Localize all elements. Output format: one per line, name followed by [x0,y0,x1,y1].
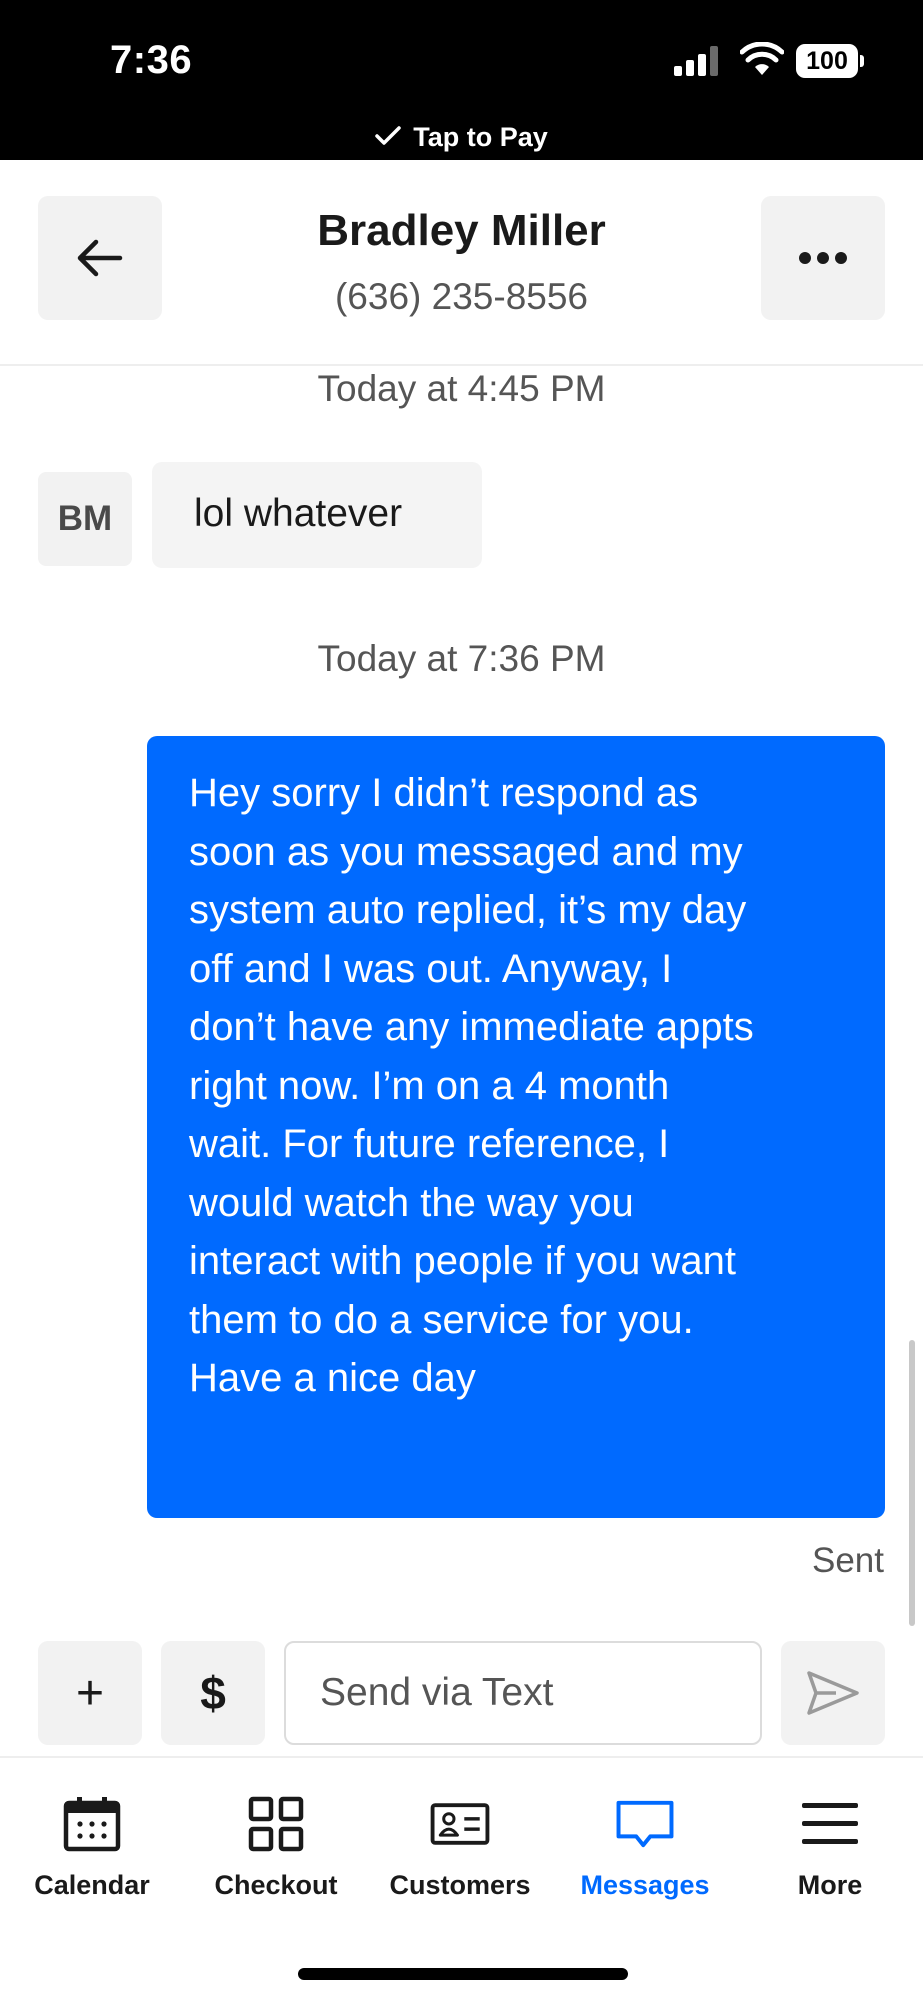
avatar: BM [38,472,132,566]
message-timestamp: Today at 7:36 PM [317,638,606,679]
outgoing-message-bubble[interactable]: Hey sorry I didn’t respond as soon as yo… [147,736,885,1518]
bottom-tab-bar: Calendar Checkout Customers Messages Mor… [0,1756,923,2000]
status-time: 7:36 [110,38,193,82]
request-payment-button[interactable]: $ [161,1641,265,1745]
status-bar: 7:36 100 Tap to Pay [0,0,923,160]
tab-messages[interactable]: Messages [553,1794,737,1904]
conversation-header: Bradley Miller (636) 235-8556 [0,160,923,366]
send-icon [807,1671,859,1715]
send-button[interactable] [781,1641,885,1745]
contact-card-icon [430,1794,490,1854]
tab-label: Messages [580,1870,710,1900]
outgoing-message-text: Hey sorry I didn’t respond as soon as yo… [189,771,754,1400]
message-input[interactable] [284,1641,762,1745]
tap-to-pay-label: Tap to Pay [413,122,548,152]
home-indicator[interactable] [298,1968,628,1980]
tab-label: Calendar [34,1870,150,1900]
incoming-message-bubble[interactable]: lol whatever [152,462,482,568]
cellular-signal-icon [674,46,720,76]
message-timestamp: Today at 4:45 PM [317,368,606,409]
tap-to-pay-banner[interactable]: Tap to Pay [0,122,923,153]
more-options-button[interactable] [761,196,885,320]
checkmark-icon [375,126,401,145]
grid-icon [246,1794,306,1854]
tab-more[interactable]: More [738,1794,922,1904]
incoming-message-text: lol whatever [194,492,403,535]
calendar-icon [62,1794,122,1854]
add-attachment-button[interactable]: + [38,1641,142,1745]
message-status: Sent [812,1541,884,1580]
battery-indicator: 100 [796,44,864,78]
tab-label: Checkout [214,1870,338,1900]
tab-calendar[interactable]: Calendar [0,1794,184,1904]
scrollbar[interactable] [909,1340,915,1626]
tab-customers[interactable]: Customers [368,1794,552,1904]
tab-label: More [797,1870,863,1900]
messages-screen: 7:36 100 Tap to Pay Bradley Miller (636)… [0,0,923,2000]
menu-icon [800,1794,860,1854]
message-bubble-icon [615,1794,675,1854]
wifi-icon [740,42,784,75]
ellipsis-icon [799,252,847,264]
tab-checkout[interactable]: Checkout [184,1794,368,1904]
tab-label: Customers [389,1870,531,1900]
